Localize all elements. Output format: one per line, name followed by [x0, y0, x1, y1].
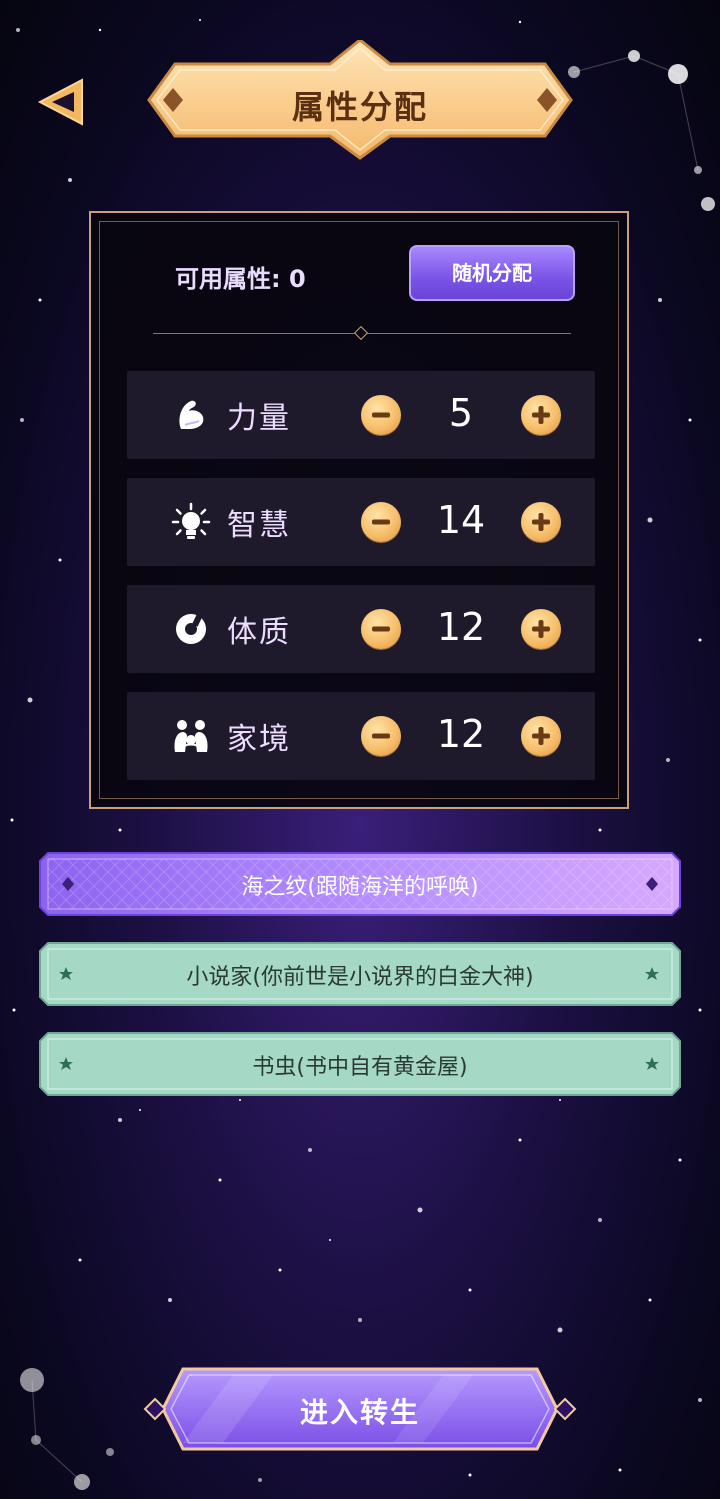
stat-label: 智慧: [227, 508, 291, 543]
muscle-icon: [179, 400, 204, 429]
enter-rebirth-button[interactable]: 进入转生: [143, 1365, 577, 1453]
stat-row-constitution: 体质 12: [127, 585, 595, 673]
increase-strength-button[interactable]: [521, 395, 561, 435]
minus-icon: [372, 626, 390, 632]
stat-label: 家境: [227, 722, 291, 757]
back-button[interactable]: [34, 74, 90, 130]
decrease-constitution-button[interactable]: [361, 609, 401, 649]
stat-value: 5: [448, 391, 474, 435]
back-arrow-icon: [37, 78, 83, 126]
family-icon: [174, 720, 208, 752]
plus-icon: [532, 406, 550, 424]
decrease-strength-button[interactable]: [361, 395, 401, 435]
plus-icon: [532, 727, 550, 745]
stat-value: 12: [436, 605, 486, 649]
minus-icon: [372, 519, 390, 525]
trait-card-novelist[interactable]: 小说家(你前世是小说界的白金大神): [38, 941, 682, 1007]
stat-value: 14: [436, 498, 486, 542]
start-button-label: 进入转生: [299, 1396, 420, 1429]
available-points-label: 可用属性: 0: [175, 265, 306, 293]
minus-icon: [372, 733, 390, 739]
stat-row-strength: 力量 5: [127, 371, 595, 459]
stat-label: 力量: [227, 401, 291, 436]
divider-diamond-icon: [353, 325, 369, 341]
plus-icon: [532, 513, 550, 531]
minus-icon: [372, 412, 390, 418]
stat-row-wisdom: 智慧 14: [127, 478, 595, 566]
attribute-panel: 可用属性: 0 随机分配 力量 5 智慧 14 体质 12 家境 12: [89, 211, 629, 809]
trait-text: 小说家(你前世是小说界的白金大神): [186, 965, 534, 990]
trait-card-bookworm[interactable]: 书虫(书中自有黄金屋): [38, 1031, 682, 1097]
stat-row-family: 家境 12: [127, 692, 595, 780]
trait-card-sea-pattern[interactable]: 海之纹(跟随海洋的呼唤): [38, 851, 682, 917]
stat-value: 12: [436, 712, 486, 756]
decrease-wisdom-button[interactable]: [361, 502, 401, 542]
plus-icon: [532, 620, 550, 638]
lightbulb-icon: [171, 502, 211, 539]
increase-constitution-button[interactable]: [521, 609, 561, 649]
decrease-family-button[interactable]: [361, 716, 401, 756]
title-banner: 属性分配: [145, 40, 575, 160]
increase-wisdom-button[interactable]: [521, 502, 561, 542]
increase-family-button[interactable]: [521, 716, 561, 756]
constitution-icon: [176, 613, 206, 644]
page-title: 属性分配: [291, 88, 428, 126]
trait-text: 书虫(书中自有黄金屋): [252, 1055, 468, 1080]
stat-label: 体质: [227, 615, 291, 650]
trait-text: 海之纹(跟随海洋的呼唤): [241, 875, 479, 900]
random-allocate-button[interactable]: 随机分配: [409, 245, 575, 301]
